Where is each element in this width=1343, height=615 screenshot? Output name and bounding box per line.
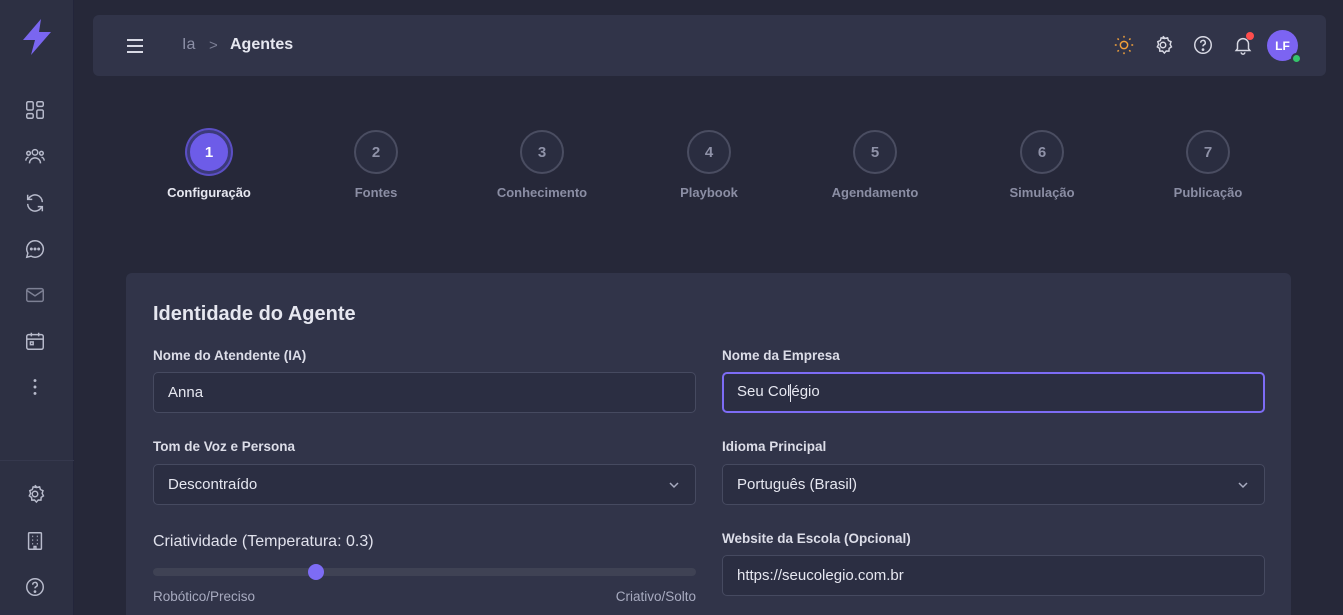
step-label: Configuração <box>167 185 251 200</box>
slider-max-label: Criativo/Solto <box>615 589 696 604</box>
bolt-logo-icon[interactable] <box>20 18 54 56</box>
tone-select[interactable]: Descontraído <box>153 464 696 505</box>
breadcrumb-parent[interactable]: Ia <box>182 36 195 54</box>
sync-icon[interactable] <box>23 191 47 215</box>
step-number: 2 <box>354 130 398 174</box>
attendant-name-value: Anna <box>168 384 204 401</box>
language-value: Português (Brasil) <box>737 476 858 493</box>
chevron-down-icon <box>669 481 679 488</box>
step-agendamento[interactable]: 5 Agendamento <box>790 130 960 200</box>
sun-icon[interactable] <box>1113 34 1135 56</box>
menu-icon[interactable] <box>123 34 147 58</box>
language-select[interactable]: Português (Brasil) <box>722 464 1265 505</box>
step-number: 6 <box>1020 130 1064 174</box>
step-fontes[interactable]: 2 Fontes <box>291 130 461 200</box>
bell-icon[interactable] <box>1232 32 1254 56</box>
users-icon[interactable] <box>23 144 47 168</box>
help-circle-icon[interactable] <box>1192 34 1214 56</box>
slider-thumb[interactable] <box>307 564 324 580</box>
card-title: Identidade do Agente <box>153 303 356 325</box>
topbar: Ia > Agentes LF <box>93 15 1326 76</box>
avatar-initials: LF <box>1275 38 1290 53</box>
step-number: 5 <box>853 130 897 174</box>
creativity-slider[interactable] <box>153 564 696 580</box>
step-label: Publicação <box>1173 185 1243 200</box>
attendant-name-label: Nome do Atendente (IA) <box>153 348 307 363</box>
slider-min-label: Robótico/Preciso <box>153 589 256 604</box>
creativity-label: Criatividade (Temperatura: 0.3) <box>153 533 374 550</box>
tone-value: Descontraído <box>168 476 258 493</box>
tone-label: Tom de Voz e Persona <box>153 439 296 454</box>
step-number: 3 <box>520 130 564 174</box>
company-name-label: Nome da Empresa <box>722 348 840 363</box>
mail-icon[interactable] <box>23 283 47 307</box>
help-icon[interactable] <box>23 575 47 599</box>
gear-icon[interactable] <box>1152 34 1174 56</box>
step-publicacao[interactable]: 7 Publicação <box>1123 130 1293 200</box>
calendar-icon[interactable] <box>23 329 47 353</box>
company-name-input[interactable]: Seu Colégio <box>722 372 1265 413</box>
attendant-name-input[interactable]: Anna <box>153 372 696 413</box>
avatar[interactable]: LF <box>1267 30 1302 64</box>
step-label: Conhecimento <box>496 185 588 200</box>
sidebar-divider <box>0 460 74 461</box>
website-value: https://seucolegio.com.br <box>737 567 904 584</box>
agent-identity-card: Identidade do Agente Nome do Atendente (… <box>126 273 1291 615</box>
online-status-indicator <box>1291 53 1302 64</box>
breadcrumb-separator: > <box>209 37 218 54</box>
step-label: Simulação <box>1009 185 1075 200</box>
step-label: Agendamento <box>831 185 919 200</box>
breadcrumb-current: Agentes <box>230 36 294 53</box>
building-icon[interactable] <box>23 529 47 553</box>
website-input[interactable]: https://seucolegio.com.br <box>722 555 1265 596</box>
company-name-value: Seu Colégio <box>737 383 820 402</box>
step-simulacao[interactable]: 6 Simulação <box>957 130 1127 200</box>
step-number: 1 <box>187 130 231 174</box>
sidebar <box>0 0 74 615</box>
step-number: 4 <box>687 130 731 174</box>
step-label: Fontes <box>354 185 398 200</box>
step-label: Playbook <box>680 185 738 200</box>
step-playbook[interactable]: 4 Playbook <box>624 130 794 200</box>
website-label: Website da Escola (Opcional) <box>722 531 911 546</box>
language-label: Idioma Principal <box>722 439 827 454</box>
step-conhecimento[interactable]: 3 Conhecimento <box>457 130 627 200</box>
more-vertical-icon[interactable] <box>23 375 47 399</box>
notification-badge <box>1246 32 1254 40</box>
step-configuracao[interactable]: 1 Configuração <box>124 130 294 200</box>
chat-icon[interactable] <box>23 237 47 261</box>
chevron-down-icon <box>1238 481 1248 488</box>
step-number: 7 <box>1186 130 1230 174</box>
settings-icon[interactable] <box>23 482 47 506</box>
dashboard-icon[interactable] <box>23 98 47 122</box>
